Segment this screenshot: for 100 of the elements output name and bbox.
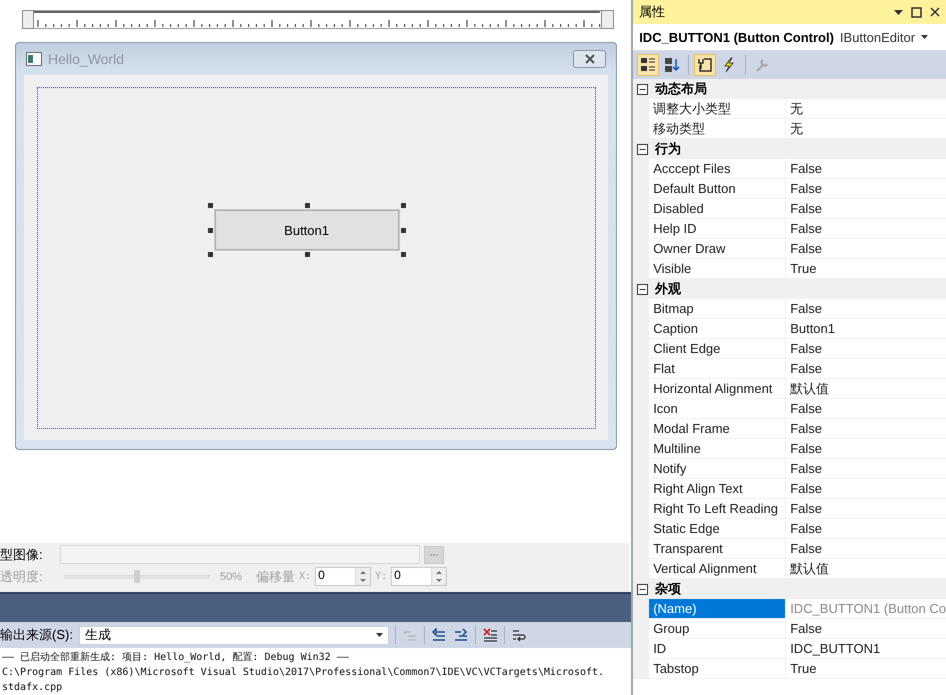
property-value[interactable]: False [786,159,946,179]
category-heading: 行为 [655,140,682,158]
resize-handle[interactable] [400,252,406,257]
property-value[interactable]: IDC_BUTTON1 [786,639,946,659]
property-value[interactable]: True [786,659,946,679]
property-name[interactable]: Transparent [649,539,786,559]
image-path-field[interactable] [60,545,420,564]
collapse-toggle[interactable] [637,284,648,294]
property-name[interactable]: Horizontal Alignment [649,379,786,399]
property-name[interactable]: Multiline [649,439,786,459]
output-line: —— 已启动全部重新生成: 项目: Hello_World, 配置: Debug Win32 —— [2,650,350,665]
property-value[interactable]: False [786,479,946,499]
collapse-icon [637,84,648,94]
property-name[interactable]: Vertical Alignment [649,559,786,579]
property-value[interactable]: False [786,239,946,259]
property-value[interactable]: False [786,299,946,319]
property-name[interactable]: (Name) [649,599,786,619]
property-value[interactable]: False [786,219,946,239]
dialog-title: Hello_World [48,51,125,67]
property-value[interactable]: False [786,199,946,219]
wrench-icon [754,57,770,73]
output-line: C:\Program Files (x86)\Microsoft Visual Studio\2017\Professional\Common7\IDE\VC\VCTargets\Microsoft. [2,666,606,680]
property-name[interactable]: ID [649,639,786,659]
collapse-toggle[interactable] [637,144,648,154]
alphabetical-sort-icon [664,57,680,73]
property-name[interactable]: Default Button [649,179,786,199]
property-name[interactable]: Help ID [649,219,786,239]
property-name[interactable]: Caption [649,319,786,339]
output-source-dropdown[interactable]: 生成 [78,626,389,644]
maximize-icon[interactable] [911,6,922,18]
property-value[interactable]: False [786,359,946,379]
collapse-toggle[interactable] [637,584,648,594]
close-icon[interactable] [930,7,940,17]
property-value[interactable]: False [786,339,946,359]
opacity-label: 透明度: [0,568,44,586]
property-name[interactable]: Bitmap [649,299,786,319]
property-value[interactable]: False [786,439,946,459]
property-name[interactable]: Notify [649,459,786,479]
property-value[interactable]: 默认值 [786,379,946,399]
categorized-icon [640,57,656,73]
clear-all-icon[interactable] [482,628,498,642]
property-value[interactable]: False [786,459,946,479]
property-name[interactable]: Flat [649,359,786,379]
resize-handle[interactable] [208,228,213,233]
property-name[interactable]: Visible [649,259,786,279]
x-offset-field[interactable]: 0 [315,567,372,586]
resize-handle[interactable] [400,228,406,233]
property-value[interactable]: False [786,619,946,639]
categorized-button[interactable] [637,54,660,76]
panel-title: 属性 [639,3,666,21]
lines-arrow-icon [402,628,418,642]
property-name[interactable]: Acccept Files [649,159,786,179]
offset-label: 偏移量 [256,568,296,586]
collapse-icon [637,144,648,154]
property-name[interactable]: Disabled [649,199,786,219]
property-name[interactable]: Right To Left Reading [649,499,786,519]
property-name[interactable]: Owner Draw [649,239,786,259]
opacity-reading: 50% [220,570,242,582]
property-name[interactable]: Right Align Text [649,479,786,499]
property-name[interactable]: Tabstop [649,659,786,679]
resize-handle[interactable] [304,203,310,208]
property-value[interactable]: 无 [786,119,946,139]
word-wrap-icon[interactable] [510,628,527,642]
property-name[interactable]: Client Edge [649,339,786,359]
dropdown-caret-icon[interactable] [894,10,903,14]
property-value[interactable]: False [786,419,946,439]
previous-message-icon[interactable] [430,628,447,642]
resize-handle[interactable] [304,252,310,257]
y-offset-field[interactable]: 0 [391,567,448,586]
property-value[interactable]: False [786,499,946,519]
collapse-icon [637,284,648,294]
dialog-button[interactable]: Button1 [214,210,399,250]
property-page-icon [697,57,714,73]
property-name[interactable]: Static Edge [649,519,786,539]
category-heading: 杂项 [655,580,682,598]
property-value[interactable]: True [786,259,946,279]
property-value[interactable]: False [786,539,946,559]
category-heading: 动态布局 [655,80,708,98]
output-line: stdafx.cpp [2,681,64,695]
property-name[interactable]: 移动类型 [649,119,786,139]
collapse-toggle[interactable] [637,84,648,94]
property-name[interactable]: Icon [649,399,786,419]
next-message-icon[interactable] [452,628,469,642]
resize-handle[interactable] [208,203,213,208]
property-name[interactable]: 调整大小类型 [649,99,786,119]
property-value[interactable]: False [786,519,946,539]
property-value[interactable]: False [786,179,946,199]
property-name[interactable]: Group [649,619,786,639]
spin-arrows-icon[interactable] [355,568,370,585]
property-value[interactable]: Button1 [786,319,946,339]
resize-handle[interactable] [208,252,213,257]
properties-button[interactable] [694,54,716,76]
property-value[interactable]: 默认值 [786,559,946,579]
property-name[interactable]: Modal Frame [649,419,786,439]
y-label: Y: [375,571,388,582]
property-value[interactable]: False [786,399,946,419]
resize-handle[interactable] [400,203,406,208]
close-button[interactable] [573,50,606,68]
property-value[interactable]: 无 [786,99,946,119]
spin-arrows-icon[interactable] [431,568,446,585]
